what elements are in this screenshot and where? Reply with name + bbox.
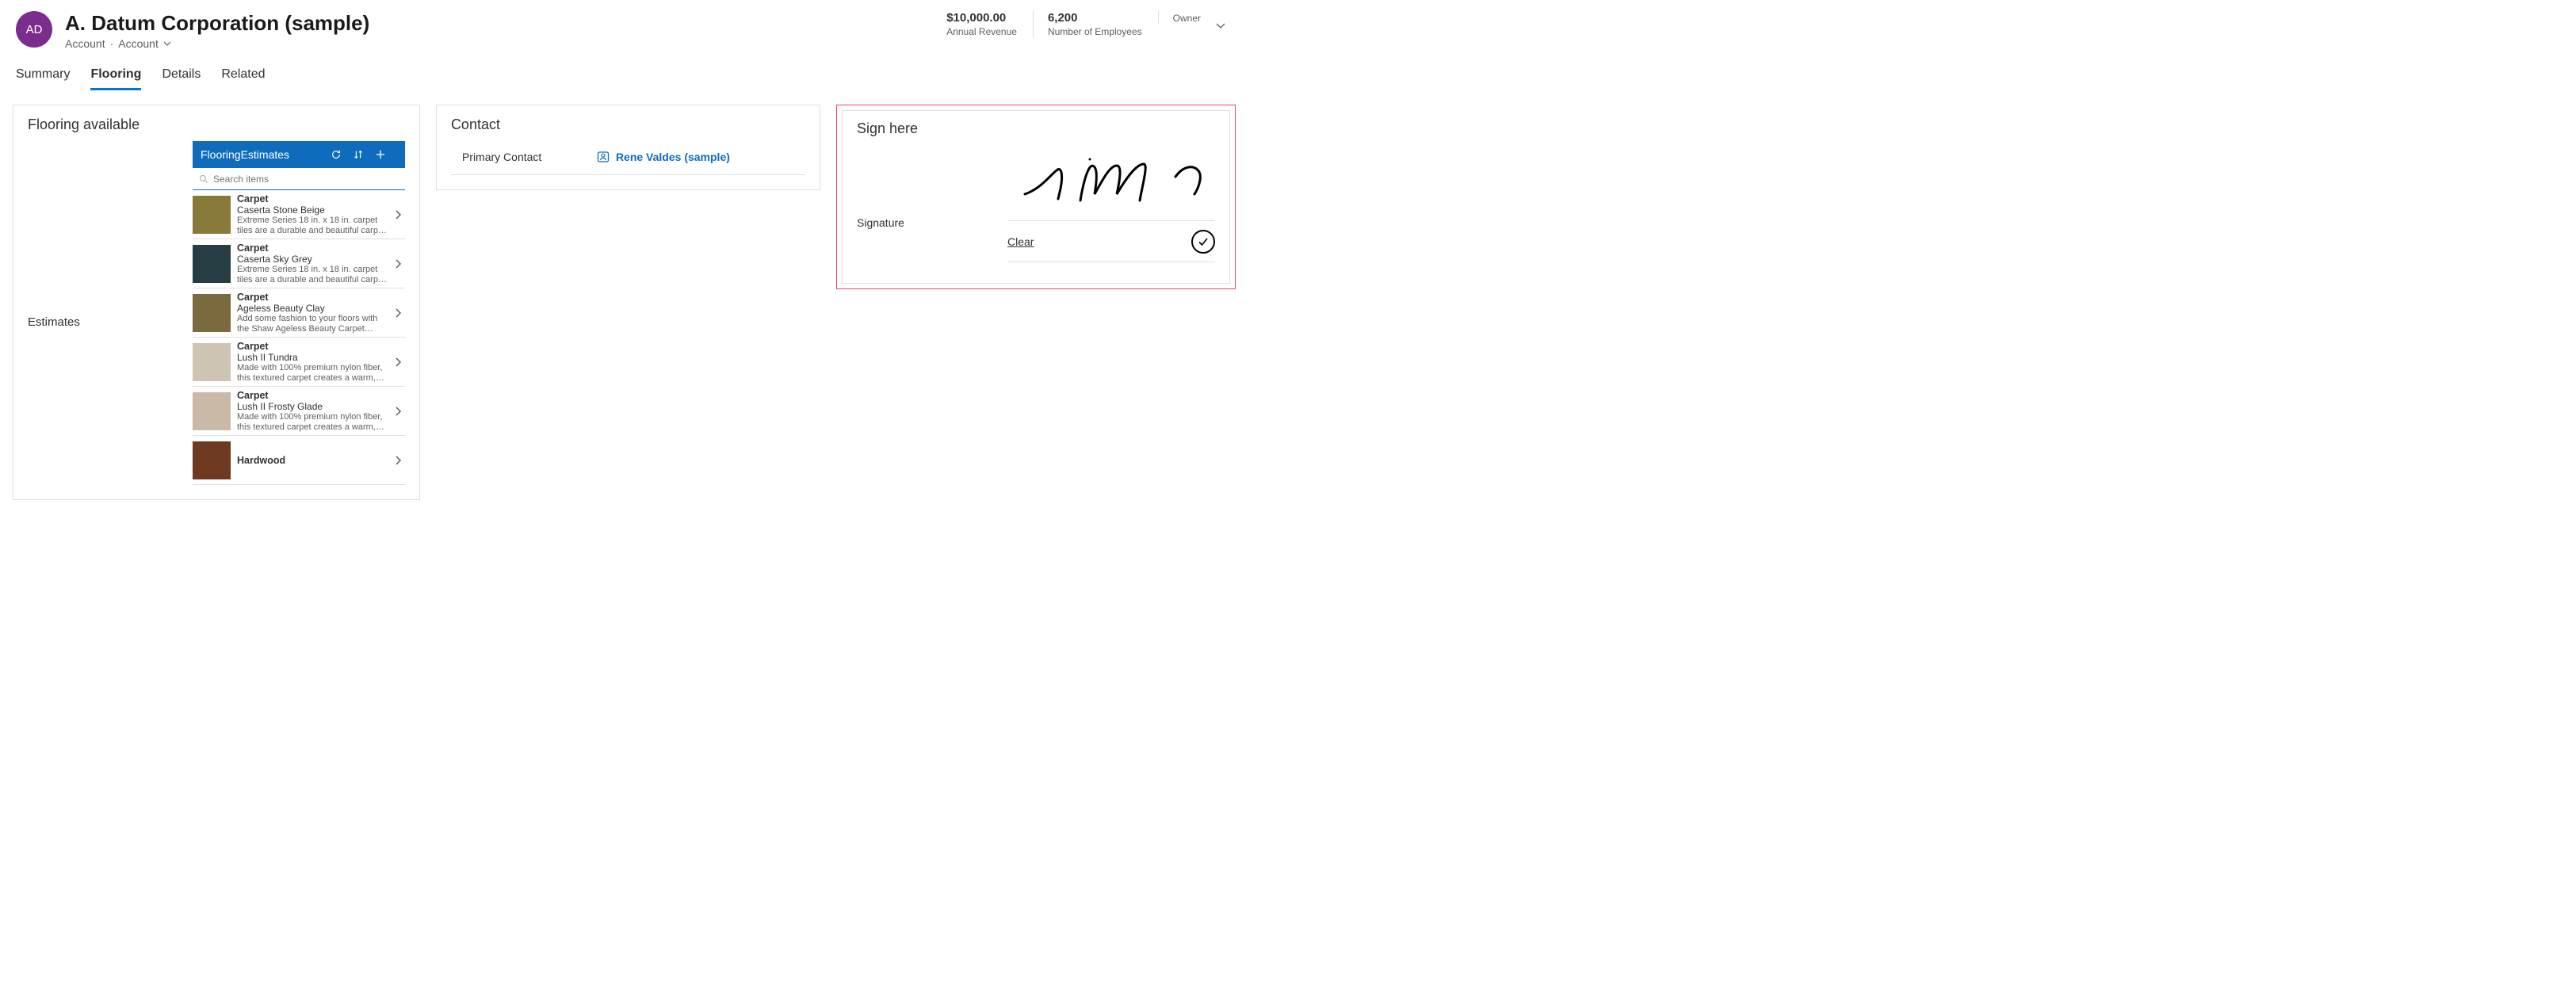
primary-contact-name: Rene Valdes (sample) — [616, 151, 730, 163]
stat-employees: 6,200 Number of Employees — [1033, 11, 1142, 37]
item-subtitle: Ageless Beauty Clay — [237, 303, 388, 314]
stat-annual-revenue: $10,000.00 Annual Revenue — [946, 11, 1017, 37]
item-description: Made with 100% premium nylon fiber, this… — [237, 363, 388, 383]
chevron-right-icon[interactable] — [394, 406, 405, 417]
item-subtitle: Caserta Stone Beige — [237, 204, 388, 216]
form-tabs: Summary Flooring Details Related — [0, 50, 1248, 90]
chevron-right-icon[interactable] — [394, 357, 405, 368]
list-item[interactable]: CarpetCaserta Sky GreyExtreme Series 18 … — [193, 239, 405, 288]
search-icon — [199, 174, 208, 184]
page-title: A. Datum Corporation (sample) — [65, 11, 946, 36]
item-subtitle: Caserta Sky Grey — [237, 254, 388, 265]
item-description: Made with 100% premium nylon fiber, this… — [237, 412, 388, 432]
contact-card: Contact Primary Contact Rene Valdes (sam… — [436, 105, 820, 190]
swatch — [193, 392, 231, 430]
chevron-right-icon[interactable] — [394, 307, 405, 319]
chevron-right-icon[interactable] — [394, 258, 405, 269]
swatch — [193, 196, 231, 234]
signature-canvas[interactable] — [1007, 145, 1215, 221]
primary-contact-label: Primary Contact — [462, 151, 597, 163]
item-subtitle: Lush II Frosty Glade — [237, 401, 388, 412]
tab-details[interactable]: Details — [162, 67, 201, 90]
item-title: Carpet — [237, 341, 388, 352]
tab-summary[interactable]: Summary — [16, 67, 70, 90]
entity-type: Account — [65, 37, 105, 50]
sort-icon[interactable] — [353, 149, 375, 160]
item-title: Carpet — [237, 193, 388, 204]
list-item[interactable]: CarpetLush II TundraMade with 100% premi… — [193, 338, 405, 387]
flooring-card: Flooring available Estimates FlooringEst… — [13, 105, 420, 500]
signature-card: Sign here Signature Clear — [842, 110, 1230, 284]
item-title: Carpet — [237, 242, 388, 254]
tab-related[interactable]: Related — [221, 67, 265, 90]
breadcrumb[interactable]: Account · Account — [65, 37, 946, 50]
primary-contact-value[interactable]: Rene Valdes (sample) — [597, 151, 730, 163]
item-description: Extreme Series 18 in. x 18 in. carpet ti… — [237, 216, 388, 235]
item-title: Carpet — [237, 292, 388, 303]
swatch — [193, 441, 231, 479]
signature-clear-button[interactable]: Clear — [1007, 235, 1034, 248]
list-item[interactable]: Hardwood — [193, 436, 405, 485]
chevron-right-icon[interactable] — [394, 209, 405, 220]
item-description: Add some fashion to your floors with the… — [237, 314, 388, 334]
stat-owner: Owner — [1158, 11, 1201, 24]
signature-label: Signature — [857, 145, 1007, 262]
item-description: Extreme Series 18 in. x 18 in. carpet ti… — [237, 265, 388, 284]
header-expand-button[interactable] — [1209, 11, 1233, 32]
list-title: FlooringEstimates — [201, 148, 331, 161]
header-stats: $10,000.00 Annual Revenue 6,200 Number o… — [946, 11, 1201, 37]
swatch — [193, 294, 231, 332]
flooring-title: Flooring available — [28, 116, 405, 133]
search-input[interactable] — [213, 174, 399, 185]
chevron-right-icon[interactable] — [394, 455, 405, 466]
signature-highlight: Sign here Signature Clear — [836, 105, 1236, 289]
list-item[interactable]: CarpetCaserta Stone BeigeExtreme Series … — [193, 190, 405, 239]
item-title: Carpet — [237, 390, 388, 401]
avatar: AD — [16, 11, 52, 48]
item-title: Hardwood — [237, 455, 388, 466]
contact-icon — [597, 151, 610, 163]
chevron-down-icon[interactable] — [163, 40, 171, 48]
list-item[interactable]: CarpetAgeless Beauty ClayAdd some fashio… — [193, 288, 405, 338]
form-name: Account — [118, 37, 159, 50]
signature-confirm-button[interactable] — [1191, 230, 1215, 254]
check-icon — [1197, 235, 1210, 248]
signature-title: Sign here — [857, 120, 1215, 137]
swatch — [193, 245, 231, 283]
add-icon[interactable] — [375, 149, 397, 160]
record-header: AD A. Datum Corporation (sample) Account… — [0, 0, 1248, 50]
swatch — [193, 343, 231, 381]
estimates-label: Estimates — [28, 141, 178, 329]
list-header: FlooringEstimates — [193, 141, 405, 168]
refresh-icon[interactable] — [331, 149, 353, 160]
item-subtitle: Lush II Tundra — [237, 352, 388, 363]
search-row[interactable] — [193, 168, 405, 190]
list-item[interactable]: CarpetLush II Frosty GladeMade with 100%… — [193, 387, 405, 436]
contact-title: Contact — [451, 116, 805, 133]
tab-flooring[interactable]: Flooring — [90, 67, 141, 90]
